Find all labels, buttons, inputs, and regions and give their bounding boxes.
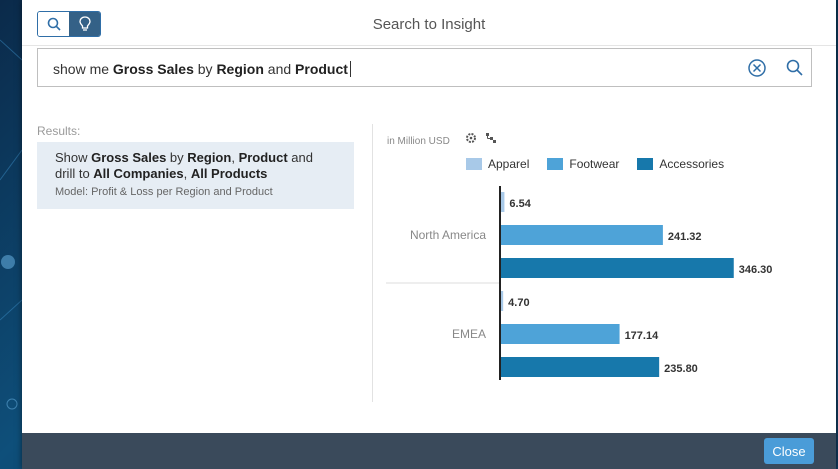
data-label: 177.14 <box>625 330 660 342</box>
chart-settings-icon[interactable] <box>465 132 477 144</box>
result-description: Show Gross Sales by Region, Product and … <box>55 150 336 182</box>
query-part: Region <box>216 61 264 77</box>
result-part: Region <box>187 150 232 165</box>
legend-swatch <box>637 158 654 170</box>
hierarchy-icon[interactable] <box>485 132 497 144</box>
legend-swatch <box>547 158 564 170</box>
dialog-title: Search to Insight <box>372 16 486 33</box>
bar[interactable] <box>500 324 620 344</box>
data-label: 4.70 <box>508 297 529 309</box>
search-input[interactable]: show me Gross Sales by Region and Produc… <box>37 48 812 87</box>
dialog-header: Search to Insight <box>22 0 836 46</box>
chart-unit-label: in Million USD <box>387 136 450 147</box>
legend-item-footwear[interactable]: Footwear <box>547 157 619 171</box>
result-item[interactable]: Show Gross Sales by Region, Product and … <box>37 142 354 209</box>
data-label: 346.30 <box>739 264 773 276</box>
result-part: All Products <box>190 166 268 181</box>
clear-icon[interactable] <box>747 58 767 78</box>
close-button[interactable]: Close <box>764 438 814 464</box>
results-label: Results: <box>37 124 81 138</box>
result-part: Gross Sales <box>91 150 167 165</box>
search-query-text[interactable]: show me Gross Sales by Region and Produc… <box>53 61 351 77</box>
data-label: 235.80 <box>664 363 698 375</box>
result-model: Model: Profit & Loss per Region and Prod… <box>55 186 273 198</box>
result-part: , <box>231 150 239 165</box>
query-part: show me <box>53 61 113 77</box>
result-part: by <box>166 150 188 165</box>
chart-legend: Apparel Footwear Accessories <box>466 157 724 171</box>
bar[interactable] <box>500 357 660 377</box>
data-label: 241.32 <box>668 231 702 243</box>
legend-item-accessories[interactable]: Accessories <box>637 157 724 171</box>
query-part: Gross Sales <box>112 61 194 77</box>
search-submit-icon[interactable] <box>785 58 805 78</box>
search-to-insight-dialog: Search to Insight show me Gross Sales by… <box>22 0 836 469</box>
query-part: and <box>263 61 296 77</box>
result-part: Product <box>238 150 288 165</box>
legend-label: Apparel <box>488 157 530 171</box>
data-label: 6.54 <box>509 198 531 210</box>
category-label: North America <box>410 228 486 242</box>
bar[interactable] <box>500 258 734 278</box>
panel-divider <box>372 124 373 402</box>
result-part: Show <box>55 150 92 165</box>
text-caret <box>349 61 351 77</box>
legend-label: Footwear <box>569 157 620 171</box>
gross-sales-bar-chart: 6.54 241.32 346.30 North America 4.70 177.14 2… <box>386 186 773 380</box>
legend-swatch <box>466 158 482 170</box>
legend-item-apparel[interactable]: Apparel <box>466 157 529 171</box>
category-label: EMEA <box>452 327 486 341</box>
query-part: Product <box>295 61 348 77</box>
result-part: , <box>183 166 191 181</box>
legend-label: Accessories <box>659 157 725 171</box>
query-part: by <box>193 61 217 77</box>
bar[interactable] <box>500 225 663 245</box>
dialog-footer: Close <box>22 433 836 469</box>
result-part: All Companies <box>93 166 184 181</box>
